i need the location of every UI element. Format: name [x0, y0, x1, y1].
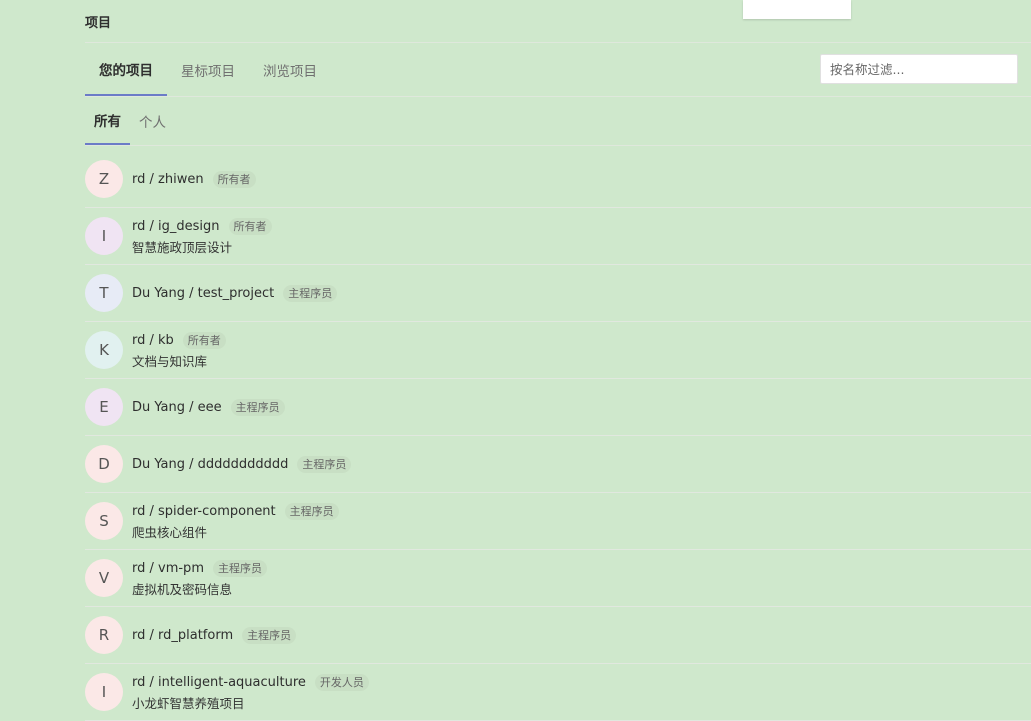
project-name-link[interactable]: rd / spider-component: [132, 504, 276, 519]
project-name-link[interactable]: rd / ig_design: [132, 219, 220, 234]
project-avatar[interactable]: I: [85, 673, 123, 711]
role-badge: 所有者: [228, 218, 272, 235]
project-name-link[interactable]: rd / zhiwen: [132, 172, 204, 187]
tab-starred-projects[interactable]: 星标项目: [167, 43, 249, 96]
project-avatar[interactable]: V: [85, 559, 123, 597]
project-title-line: Du Yang / test_project 主程序员: [132, 284, 338, 303]
project-title-line: rd / vm-pm 主程序员: [132, 559, 267, 578]
divider: [85, 96, 1031, 97]
role-badge: 主程序员: [297, 456, 352, 473]
role-badge: 主程序员: [284, 503, 339, 520]
subtab-all[interactable]: 所有: [85, 97, 130, 145]
project-info: rd / intelligent-aquaculture 开发人员小龙虾智慧养殖项…: [132, 673, 369, 712]
project-title-line: rd / spider-component 主程序员: [132, 502, 339, 521]
role-badge: 主程序员: [212, 560, 267, 577]
project-avatar[interactable]: T: [85, 274, 123, 312]
project-row[interactable]: Zrd / zhiwen 所有者: [85, 151, 1031, 208]
dropdown-fragment: [743, 0, 851, 19]
project-row[interactable]: E Du Yang / eee 主程序员: [85, 379, 1031, 436]
project-title-line: Du Yang / ddddddddddd 主程序员: [132, 455, 352, 474]
project-title-line: rd / ig_design 所有者: [132, 217, 272, 236]
project-title-line: rd / zhiwen 所有者: [132, 170, 256, 189]
project-name-link[interactable]: rd / intelligent-aquaculture: [132, 675, 306, 690]
project-name-link[interactable]: rd / vm-pm: [132, 561, 204, 576]
filter-input[interactable]: [820, 54, 1018, 84]
project-tabs: 您的项目 星标项目 浏览项目: [85, 43, 331, 96]
project-avatar[interactable]: R: [85, 616, 123, 654]
project-title-line: rd / intelligent-aquaculture 开发人员: [132, 673, 369, 692]
project-name-link[interactable]: Du Yang / ddddddddddd: [132, 457, 288, 472]
project-title-line: rd / rd_platform 主程序员: [132, 626, 297, 645]
project-row[interactable]: D Du Yang / ddddddddddd 主程序员: [85, 436, 1031, 493]
project-avatar[interactable]: I: [85, 217, 123, 255]
divider: [85, 145, 1031, 146]
project-title-line: rd / kb 所有者: [132, 331, 226, 350]
project-info: Du Yang / eee 主程序员: [132, 398, 285, 417]
project-info: Du Yang / ddddddddddd 主程序员: [132, 455, 352, 474]
role-badge: 主程序员: [242, 627, 297, 644]
project-name-link[interactable]: rd / kb: [132, 333, 174, 348]
project-row[interactable]: Ird / intelligent-aquaculture 开发人员小龙虾智慧养殖…: [85, 664, 1031, 721]
project-description: 虚拟机及密码信息: [132, 582, 233, 597]
project-list: Zrd / zhiwen 所有者 Ird / ig_design 所有者 智慧施政顶层设…: [85, 151, 1031, 721]
tab-your-projects[interactable]: 您的项目: [85, 43, 167, 96]
project-info: rd / kb 所有者文档与知识库: [132, 331, 226, 370]
role-badge: 主程序员: [230, 399, 285, 416]
project-info: rd / vm-pm 主程序员虚拟机及密码信息: [132, 559, 267, 598]
page-title: 项目: [85, 16, 112, 31]
project-row[interactable]: T Du Yang / test_project 主程序员: [85, 265, 1031, 322]
project-avatar[interactable]: Z: [85, 160, 123, 198]
project-avatar[interactable]: D: [85, 445, 123, 483]
project-info: Du Yang / test_project 主程序员: [132, 284, 338, 303]
project-row[interactable]: Rrd / rd_platform 主程序员: [85, 607, 1031, 664]
project-info: rd / ig_design 所有者智慧施政顶层设计: [132, 217, 272, 256]
scope-tabs: 所有 个人: [85, 97, 175, 145]
role-badge: 所有者: [182, 332, 226, 349]
project-description: 文档与知识库: [132, 354, 208, 369]
role-badge: 主程序员: [283, 285, 338, 302]
project-info: rd / zhiwen 所有者: [132, 170, 256, 189]
project-row[interactable]: Krd / kb 所有者文档与知识库: [85, 322, 1031, 379]
project-title-line: Du Yang / eee 主程序员: [132, 398, 285, 417]
project-row[interactable]: Vrd / vm-pm 主程序员虚拟机及密码信息: [85, 550, 1031, 607]
role-badge: 所有者: [212, 171, 256, 188]
project-info: rd / spider-component 主程序员爬虫核心组件: [132, 502, 339, 541]
project-name-link[interactable]: rd / rd_platform: [132, 628, 233, 643]
tab-explore-projects[interactable]: 浏览项目: [249, 43, 331, 96]
project-name-link[interactable]: Du Yang / test_project: [132, 286, 274, 301]
project-name-link[interactable]: Du Yang / eee: [132, 400, 222, 415]
project-avatar[interactable]: K: [85, 331, 123, 369]
project-row[interactable]: Srd / spider-component 主程序员爬虫核心组件: [85, 493, 1031, 550]
project-description: 智慧施政顶层设计: [132, 240, 233, 255]
project-avatar[interactable]: S: [85, 502, 123, 540]
project-description: 小龙虾智慧养殖项目: [132, 696, 245, 711]
role-badge: 开发人员: [314, 674, 369, 691]
project-row[interactable]: Ird / ig_design 所有者智慧施政顶层设计: [85, 208, 1031, 265]
project-avatar[interactable]: E: [85, 388, 123, 426]
subtab-personal[interactable]: 个人: [130, 97, 175, 145]
project-description: 爬虫核心组件: [132, 525, 208, 540]
project-info: rd / rd_platform 主程序员: [132, 626, 297, 645]
